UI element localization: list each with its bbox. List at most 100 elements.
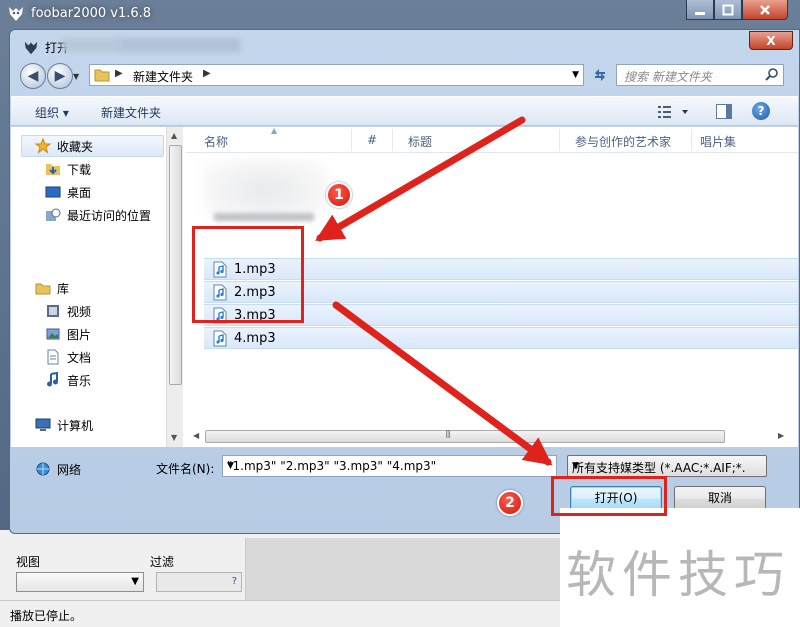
- new-folder-button[interactable]: 新建文件夹: [101, 104, 161, 121]
- file-list-hscrollbar[interactable]: ◀ ||| ▶: [190, 428, 794, 445]
- view-label: 视图: [16, 555, 41, 569]
- star-icon: [34, 137, 52, 154]
- dialog-content: 收藏夹 下载 桌面 最近访问的位置 库 视频 图片 文档 音乐 计算机 网络 ▲…: [11, 126, 798, 477]
- scroll-right-icon[interactable]: ▶: [778, 431, 784, 440]
- maximize-button[interactable]: [714, 0, 742, 20]
- filter-label: 过滤: [150, 555, 175, 569]
- nav-item-desktop[interactable]: 桌面: [45, 182, 91, 202]
- scroll-up-icon[interactable]: ▲: [171, 131, 177, 140]
- foobar-view-panel: 视图 过滤 ▼ ?: [6, 538, 246, 600]
- address-dropdown-icon[interactable]: ▼: [572, 70, 579, 80]
- blurred-folder-name: [214, 213, 314, 221]
- column-divider[interactable]: [691, 129, 692, 151]
- file-name: 4.mp3: [234, 331, 276, 346]
- forward-button[interactable]: ▶: [47, 63, 73, 89]
- library-icon: [35, 280, 51, 296]
- foobar-titlebar: foobar2000 v1.6.8: [0, 0, 800, 28]
- nav-item-label: 音乐: [67, 373, 92, 388]
- breadcrumb-separator-icon[interactable]: ▶: [203, 68, 211, 79]
- nav-item-computer[interactable]: 计算机: [35, 415, 93, 435]
- address-bar[interactable]: ▶ 新建文件夹 ▶ ▼: [89, 64, 584, 86]
- column-divider[interactable]: [351, 129, 352, 151]
- column-track[interactable]: #: [367, 133, 377, 147]
- blurred-region: [120, 38, 240, 52]
- foobar-window-title: foobar2000 v1.6.8: [31, 6, 152, 21]
- scroll-left-icon[interactable]: ◀: [193, 431, 199, 440]
- change-view-button[interactable]: [656, 103, 694, 121]
- minimize-icon: [695, 11, 705, 15]
- help-button[interactable]: ?: [752, 102, 770, 120]
- search-box[interactable]: 搜索 新建文件夹: [616, 64, 784, 86]
- filename-input[interactable]: "1.mp3" "2.mp3" "3.mp3" "4.mp3" ▼: [222, 455, 557, 477]
- column-title[interactable]: 标题: [408, 133, 432, 150]
- step-1-badge: 1: [326, 182, 352, 208]
- nav-item-label: 图片: [67, 327, 92, 342]
- view-list-icon: [658, 106, 688, 118]
- file-row-4[interactable]: 4.mp3: [204, 327, 798, 349]
- arrow-right-icon: ▶: [54, 68, 66, 84]
- pictures-icon: [45, 326, 61, 342]
- history-dropdown-icon[interactable]: ▼: [73, 72, 79, 81]
- grip-icon: |||: [445, 429, 451, 438]
- breadcrumb-folder[interactable]: 新建文件夹: [133, 68, 193, 85]
- search-icon[interactable]: [764, 67, 780, 83]
- nav-item-favorites[interactable]: 收藏夹: [34, 136, 93, 156]
- breadcrumb-separator-icon: ▶: [115, 68, 123, 79]
- column-album[interactable]: 唱片集: [700, 133, 736, 150]
- nav-item-label: 最近访问的位置: [67, 208, 152, 223]
- filter-help-icon[interactable]: ?: [232, 576, 237, 587]
- document-icon: [45, 349, 61, 365]
- video-icon: [45, 303, 61, 319]
- column-divider[interactable]: [559, 129, 560, 151]
- blurred-folder-thumbnail: [204, 159, 326, 221]
- organize-menu[interactable]: 组织 ▾: [35, 104, 69, 121]
- view-select[interactable]: ▼: [16, 572, 144, 592]
- foobar-close-button[interactable]: [742, 0, 788, 20]
- preview-pane-button[interactable]: [716, 104, 732, 119]
- nav-item-pictures[interactable]: 图片: [45, 324, 91, 344]
- dialog-close-button[interactable]: X: [749, 31, 793, 50]
- chevron-down-icon[interactable]: ▼: [227, 461, 553, 471]
- nav-item-label: 视频: [67, 304, 92, 319]
- minimize-button[interactable]: [686, 0, 714, 20]
- address-bar-row: ◀ ▶ ▼ ▶ 新建文件夹 ▶ ▼ 搜索 新建文件夹: [10, 60, 799, 92]
- nav-item-downloads[interactable]: 下载: [45, 159, 91, 179]
- foobar-logo-icon: [9, 7, 23, 21]
- nav-item-recent[interactable]: 最近访问的位置: [45, 205, 151, 225]
- files-highlight-box: [192, 226, 304, 323]
- nav-item-libraries[interactable]: 库: [35, 278, 69, 298]
- column-headers: ▲ 名称 # 标题 参与创作的艺术家 唱片集: [186, 126, 798, 153]
- back-button[interactable]: ◀: [20, 63, 46, 89]
- foobar-logo-icon: [24, 41, 38, 54]
- nav-item-label: 下载: [67, 162, 92, 177]
- hscroll-thumb[interactable]: [205, 430, 725, 443]
- folder-icon: [94, 69, 110, 82]
- column-artist[interactable]: 参与创作的艺术家: [575, 133, 671, 150]
- filetype-select[interactable]: 所有支持媒类型 (*.AAC;*.AIF;*. ▼: [567, 455, 767, 477]
- watermark-text: 软件技巧: [566, 546, 790, 604]
- refresh-icon: [595, 69, 605, 81]
- scroll-thumb[interactable]: [169, 145, 182, 385]
- column-divider[interactable]: [392, 129, 393, 151]
- open-button-highlight-box: [551, 476, 667, 516]
- open-file-dialog: 打开 X ◀ ▶ ▼ ▶ 新建文件夹 ▶ ▼ 搜索 新建文件夹 组织 ▾ 新建文…: [9, 29, 800, 534]
- music-icon: [45, 371, 61, 388]
- nav-item-videos[interactable]: 视频: [45, 301, 91, 321]
- step-2-badge: 2: [497, 490, 523, 516]
- navigation-pane: 收藏夹 下载 桌面 最近访问的位置 库 视频 图片 文档 音乐 计算机 网络: [11, 127, 166, 477]
- status-text: 播放已停止。: [10, 609, 83, 623]
- nav-scrollbar[interactable]: ▲ ▼: [166, 127, 183, 447]
- sort-ascending-icon: ▲: [271, 126, 278, 135]
- refresh-button[interactable]: [589, 64, 611, 86]
- filename-label: 文件名(N):: [156, 462, 215, 476]
- nav-item-documents[interactable]: 文档: [45, 347, 91, 367]
- column-name[interactable]: 名称: [204, 133, 228, 150]
- filter-input[interactable]: ?: [156, 572, 242, 592]
- nav-item-music[interactable]: 音乐: [45, 370, 91, 390]
- scroll-down-icon[interactable]: ▼: [171, 433, 177, 442]
- chevron-down-icon: ▼: [131, 576, 139, 587]
- computer-icon: [35, 417, 51, 433]
- audio-file-icon: [213, 330, 227, 347]
- recent-places-icon: [45, 207, 61, 223]
- chevron-down-icon: ▼: [572, 461, 579, 471]
